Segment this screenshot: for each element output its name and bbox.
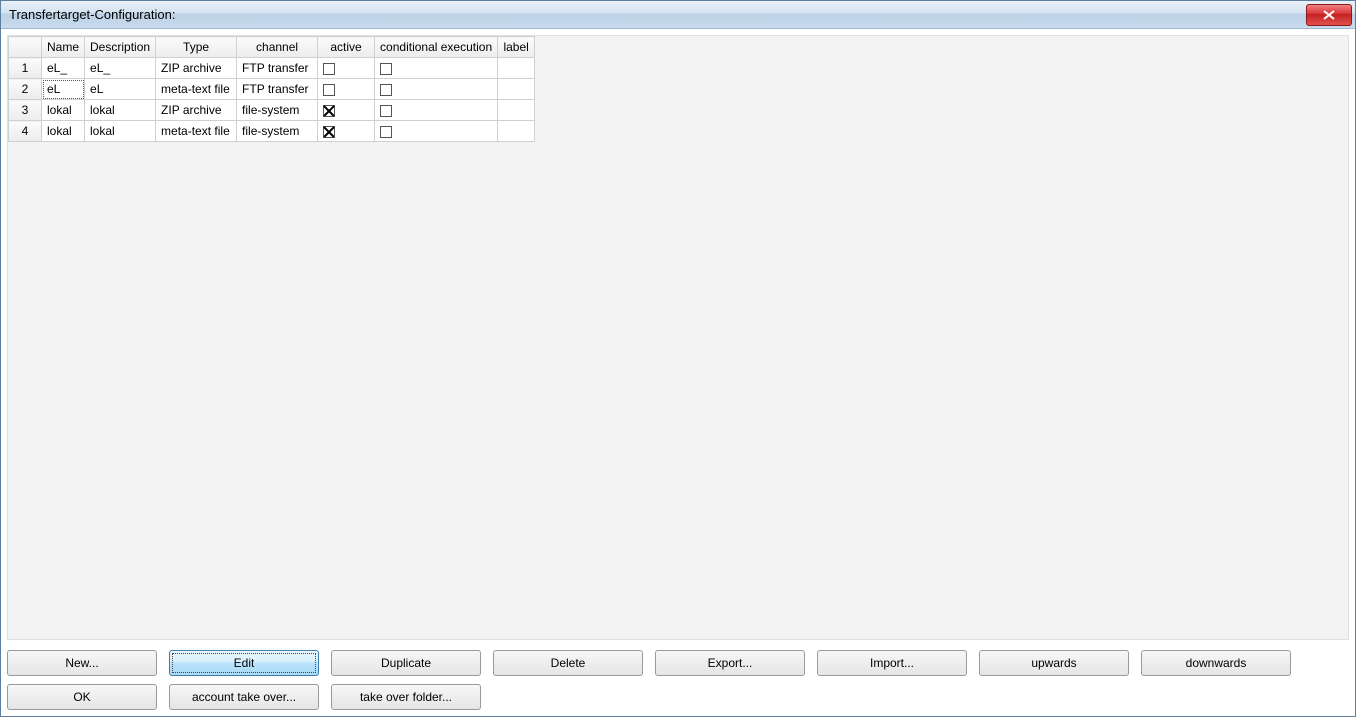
col-channel[interactable]: channel (237, 37, 318, 58)
conditional-checkbox[interactable] (380, 105, 392, 117)
button-area: New... Edit Duplicate Delete Export... Import… (7, 640, 1349, 710)
cell-active[interactable] (318, 121, 375, 142)
conditional-checkbox[interactable] (380, 84, 392, 96)
cell-active[interactable] (318, 79, 375, 100)
corner-header[interactable] (9, 37, 42, 58)
conditional-checkbox[interactable] (380, 126, 392, 138)
cell-conditional[interactable] (375, 121, 498, 142)
takeover-folder-button[interactable]: take over folder... (331, 684, 481, 710)
grid-area: Name Description Type channel active con… (7, 35, 1349, 640)
cell-description[interactable]: eL (85, 79, 156, 100)
cell-channel[interactable]: FTP transfer (237, 79, 318, 100)
cell-type[interactable]: meta-text file (156, 121, 237, 142)
cell-channel[interactable]: file-system (237, 121, 318, 142)
dialog-window: Transfertarget-Configuration: Name Descr… (0, 0, 1356, 717)
table-row[interactable]: 2eLeLmeta-text fileFTP transfer (9, 79, 535, 100)
col-type[interactable]: Type (156, 37, 237, 58)
cell-description[interactable]: eL_ (85, 58, 156, 79)
col-name[interactable]: Name (42, 37, 85, 58)
cell-label[interactable] (498, 121, 535, 142)
close-icon (1323, 10, 1335, 20)
config-table[interactable]: Name Description Type channel active con… (8, 36, 535, 142)
edit-button[interactable]: Edit (169, 650, 319, 676)
table-row[interactable]: 4lokallokalmeta-text filefile-system (9, 121, 535, 142)
table-row[interactable]: 3lokallokalZIP archivefile-system (9, 100, 535, 121)
col-label[interactable]: label (498, 37, 535, 58)
button-row-1: New... Edit Duplicate Delete Export... Import… (7, 650, 1349, 676)
header-row: Name Description Type channel active con… (9, 37, 535, 58)
cell-name[interactable]: eL_ (42, 58, 85, 79)
downwards-button[interactable]: downwards (1141, 650, 1291, 676)
ok-button[interactable]: OK (7, 684, 157, 710)
cell-type[interactable]: ZIP archive (156, 58, 237, 79)
col-active[interactable]: active (318, 37, 375, 58)
active-checkbox[interactable] (323, 84, 335, 96)
client-area: Name Description Type channel active con… (1, 29, 1355, 716)
row-number[interactable]: 1 (9, 58, 42, 79)
export-button[interactable]: Export... (655, 650, 805, 676)
duplicate-button[interactable]: Duplicate (331, 650, 481, 676)
active-checkbox[interactable] (323, 126, 335, 138)
cell-active[interactable] (318, 58, 375, 79)
delete-button[interactable]: Delete (493, 650, 643, 676)
cell-label[interactable] (498, 58, 535, 79)
cell-label[interactable] (498, 79, 535, 100)
button-row-2: OK account take over... take over folder..… (7, 684, 1349, 710)
row-number[interactable]: 2 (9, 79, 42, 100)
cell-conditional[interactable] (375, 58, 498, 79)
cell-name[interactable]: eL (42, 79, 85, 100)
titlebar: Transfertarget-Configuration: (1, 1, 1355, 29)
cell-label[interactable] (498, 100, 535, 121)
cell-conditional[interactable] (375, 79, 498, 100)
cell-description[interactable]: lokal (85, 121, 156, 142)
cell-description[interactable]: lokal (85, 100, 156, 121)
import-button[interactable]: Import... (817, 650, 967, 676)
active-checkbox[interactable] (323, 105, 335, 117)
cell-channel[interactable]: file-system (237, 100, 318, 121)
cell-type[interactable]: meta-text file (156, 79, 237, 100)
cell-name[interactable]: lokal (42, 100, 85, 121)
col-conditional[interactable]: conditional execution (375, 37, 498, 58)
table-row[interactable]: 1eL_eL_ZIP archiveFTP transfer (9, 58, 535, 79)
cell-channel[interactable]: FTP transfer (237, 58, 318, 79)
cell-active[interactable] (318, 100, 375, 121)
close-button[interactable] (1306, 4, 1352, 26)
conditional-checkbox[interactable] (380, 63, 392, 75)
cell-conditional[interactable] (375, 100, 498, 121)
cell-type[interactable]: ZIP archive (156, 100, 237, 121)
row-number[interactable]: 3 (9, 100, 42, 121)
active-checkbox[interactable] (323, 63, 335, 75)
upwards-button[interactable]: upwards (979, 650, 1129, 676)
row-number[interactable]: 4 (9, 121, 42, 142)
account-takeover-button[interactable]: account take over... (169, 684, 319, 710)
cell-name[interactable]: lokal (42, 121, 85, 142)
new-button[interactable]: New... (7, 650, 157, 676)
col-description[interactable]: Description (85, 37, 156, 58)
window-title: Transfertarget-Configuration: (9, 7, 175, 22)
